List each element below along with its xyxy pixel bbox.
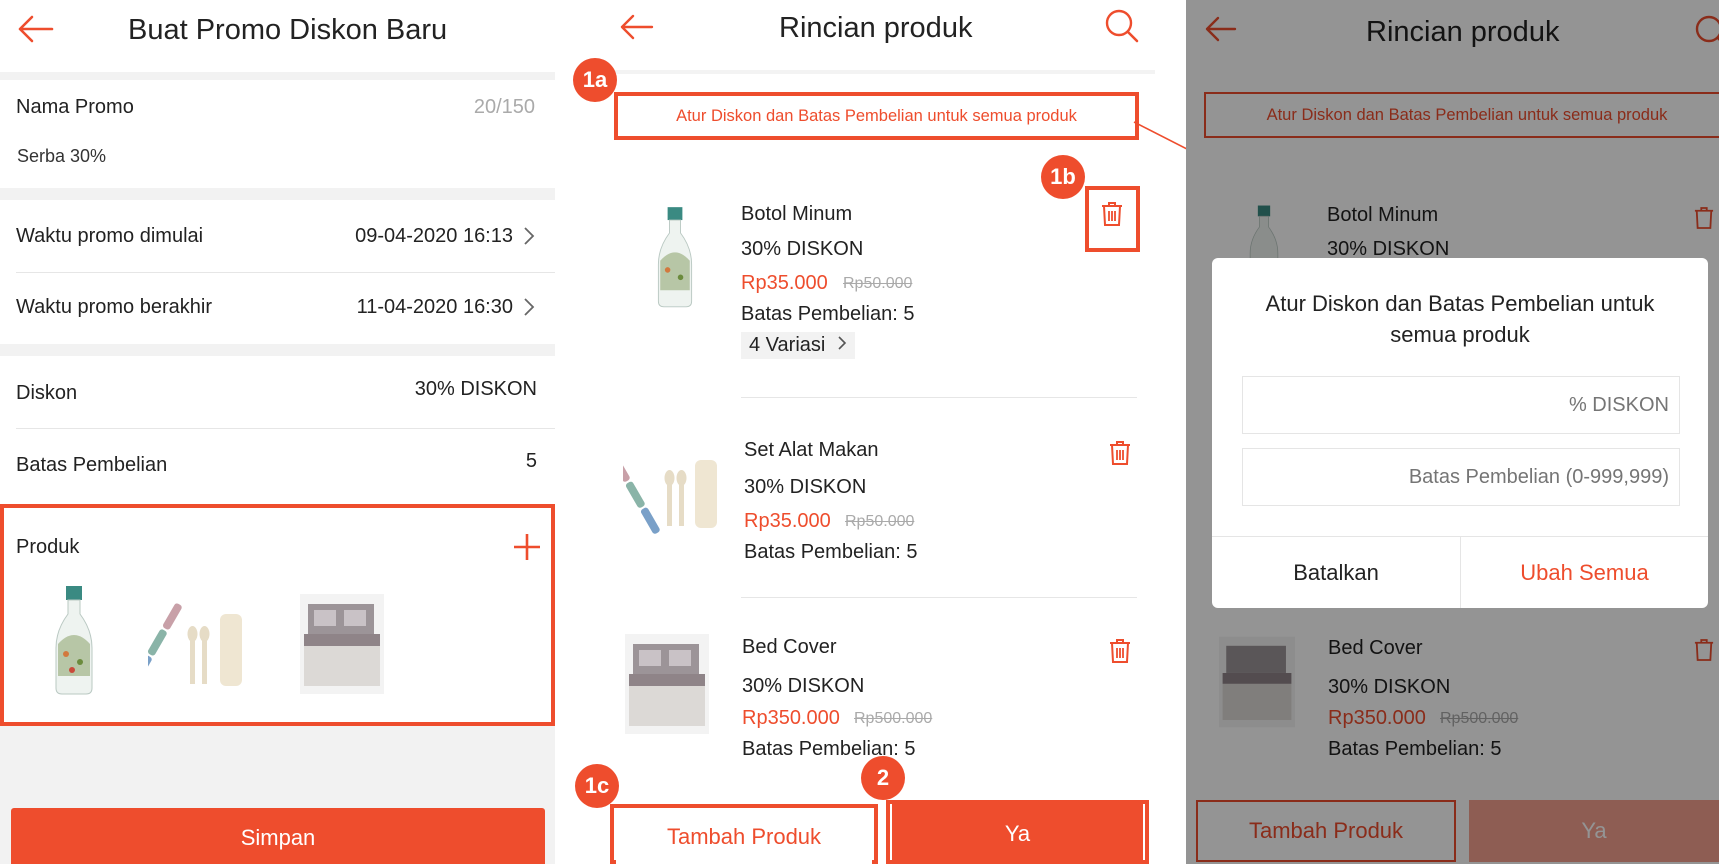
purchase-limit-label: Batas Pembelian bbox=[16, 454, 168, 476]
discount-value: 30% DISKON bbox=[414, 378, 537, 400]
cancel-button[interactable]: Batalkan bbox=[1212, 537, 1460, 608]
step-badge-1a: 1a bbox=[573, 58, 617, 102]
bulk-edit-modal-screen: Rincian produk Atur Diskon dan Batas Pem… bbox=[1186, 0, 1719, 864]
add-product-button[interactable]: Tambah Produk bbox=[616, 808, 872, 864]
discount-section: Diskon 30% DISKON Batas Pembelian 5 bbox=[0, 356, 555, 506]
promo-name-input[interactable]: Serba 30% bbox=[17, 146, 106, 167]
trash-icon[interactable] bbox=[1109, 440, 1131, 471]
chevron-right-icon bbox=[523, 297, 535, 322]
product-details-screen: Rincian produk 1a Atur Diskon dan Batas … bbox=[555, 0, 1155, 864]
bulk-edit-label: Atur Diskon dan Batas Pembelian untuk se… bbox=[676, 107, 1077, 125]
product-image-bedcover bbox=[625, 631, 709, 742]
product-limit: Batas Pembelian: 5 bbox=[744, 541, 918, 563]
product-price: Rp350.000 bbox=[742, 707, 840, 729]
product-price: Rp35.000 bbox=[744, 510, 831, 532]
app-header: Buat Promo Diskon Baru bbox=[0, 0, 555, 72]
purchase-limit-input[interactable] bbox=[1242, 448, 1680, 506]
divider bbox=[741, 397, 1137, 398]
time-section: Waktu promo dimulai 09-04-2020 16:13 Wak… bbox=[0, 200, 555, 344]
product-original-price: Rp500.000 bbox=[854, 710, 933, 727]
trash-icon[interactable] bbox=[1101, 201, 1123, 232]
promo-name-section[interactable]: Nama Promo 20/150 Serba 30% bbox=[0, 80, 555, 188]
product-name: Bed Cover bbox=[742, 636, 837, 658]
step-badge-1b: 1b bbox=[1041, 155, 1085, 199]
bulk-edit-dialog: Atur Diskon dan Batas Pembelian untuk se… bbox=[1212, 258, 1708, 608]
start-time-value: 09-04-2020 16:13 bbox=[355, 225, 513, 247]
confirm-button[interactable]: Ya bbox=[892, 804, 1143, 864]
page-title: Rincian produk bbox=[779, 12, 973, 44]
product-name: Set Alat Makan bbox=[744, 439, 879, 461]
step-badge-2: 2 bbox=[861, 756, 905, 800]
variant-label: 4 Variasi bbox=[749, 334, 826, 356]
chevron-right-icon bbox=[523, 226, 535, 251]
apply-all-button[interactable]: Ubah Semua bbox=[1461, 537, 1708, 608]
discount-row[interactable]: Diskon 30% DISKON bbox=[0, 356, 555, 428]
back-arrow-icon[interactable] bbox=[618, 12, 654, 42]
discount-label: Diskon bbox=[16, 382, 78, 404]
divider bbox=[741, 597, 1137, 598]
bulk-edit-link[interactable]: Atur Diskon dan Batas Pembelian untuk se… bbox=[614, 92, 1139, 140]
end-time-label: Waktu promo berakhir bbox=[16, 296, 212, 318]
product-discount: 30% DISKON bbox=[742, 675, 865, 697]
product-price: Rp35.000 bbox=[741, 272, 828, 294]
search-icon[interactable] bbox=[1104, 8, 1140, 44]
purchase-limit-row[interactable]: Batas Pembelian 5 bbox=[0, 428, 555, 500]
header-shadow bbox=[610, 70, 1155, 74]
variant-chip[interactable]: 4 Variasi bbox=[741, 332, 855, 359]
start-time-row[interactable]: Waktu promo dimulai 09-04-2020 16:13 bbox=[0, 200, 555, 272]
chevron-right-icon bbox=[837, 334, 847, 356]
char-counter: 20/150 bbox=[473, 96, 535, 118]
product-image-cutlery bbox=[610, 438, 723, 543]
product-name: Botol Minum bbox=[741, 203, 853, 225]
back-arrow-icon[interactable] bbox=[16, 14, 54, 44]
discount-percent-input[interactable] bbox=[1242, 376, 1680, 434]
trash-icon[interactable] bbox=[1109, 638, 1131, 669]
end-time-value: 11-04-2020 16:30 bbox=[356, 296, 513, 318]
product-original-price: Rp50.000 bbox=[843, 275, 913, 292]
product-image-bottle bbox=[651, 204, 699, 315]
promo-name-label: Nama Promo bbox=[16, 96, 134, 118]
product-discount: 30% DISKON bbox=[741, 238, 864, 260]
purchase-limit-value: 5 bbox=[525, 450, 537, 472]
product-limit: Batas Pembelian: 5 bbox=[741, 303, 915, 325]
highlight-products bbox=[0, 504, 555, 726]
save-button[interactable]: Simpan bbox=[11, 808, 545, 864]
start-time-label: Waktu promo dimulai bbox=[16, 225, 204, 247]
dialog-title: Atur Diskon dan Batas Pembelian untuk se… bbox=[1265, 291, 1655, 347]
end-time-row[interactable]: Waktu promo berakhir 11-04-2020 16:30 bbox=[0, 272, 555, 344]
step-badge-1c: 1c bbox=[575, 764, 619, 808]
create-promo-screen: Buat Promo Diskon Baru Nama Promo 20/150… bbox=[0, 0, 555, 864]
product-discount: 30% DISKON bbox=[744, 476, 867, 498]
product-original-price: Rp50.000 bbox=[845, 513, 915, 530]
page-title: Buat Promo Diskon Baru bbox=[128, 14, 448, 46]
